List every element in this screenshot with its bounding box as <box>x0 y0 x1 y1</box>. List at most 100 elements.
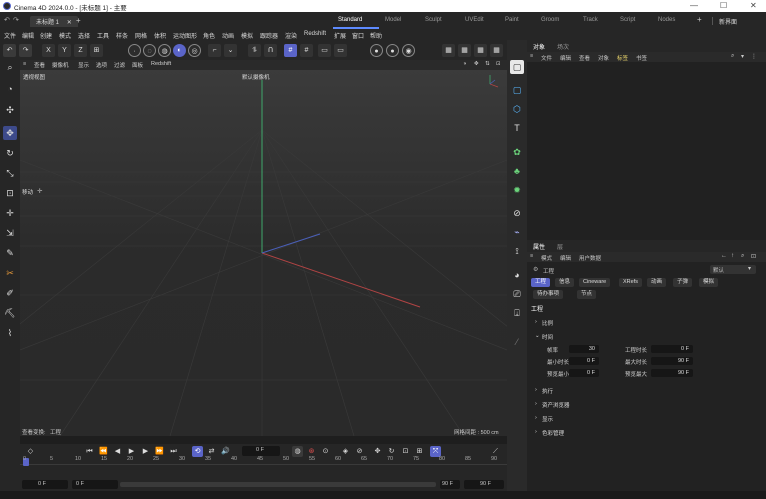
menu-window[interactable]: 窗口 <box>352 31 364 40</box>
tab-objects[interactable]: 对象 <box>533 42 545 51</box>
objmgr-more-icon[interactable]: ⋮ <box>751 53 757 60</box>
preview-end-field[interactable]: 90 F <box>440 480 460 489</box>
sound-icon[interactable]: 🔊 <box>220 446 231 457</box>
layout-tab-sculpt[interactable]: Sculpt <box>425 17 442 23</box>
range-end-field[interactable]: 90 F <box>464 480 504 489</box>
objmgr-menu-object[interactable]: 对象 <box>598 54 609 62</box>
keyframe-diamond-icon[interactable]: ◇ <box>25 446 36 457</box>
generator-icon[interactable]: ✿ <box>510 145 524 159</box>
render-to-picture-viewer-icon[interactable]: ▦ <box>458 44 471 57</box>
camera-icon[interactable]: ▭ <box>334 44 347 57</box>
record-keyframe-icon[interactable]: ● <box>370 44 383 57</box>
environment-icon[interactable]: ◕ <box>510 268 524 282</box>
menu-file[interactable]: 文件 <box>4 31 16 40</box>
snap-icon[interactable]: ⌐ <box>208 44 221 57</box>
points-mode-icon[interactable]: · <box>128 44 141 57</box>
fps-field[interactable]: 30 <box>569 345 599 353</box>
range-start-field[interactable]: 0 F <box>22 480 68 489</box>
viewport-menu-icon[interactable]: ≡ <box>23 61 26 67</box>
objmgr-menu-view[interactable]: 查看 <box>579 54 590 62</box>
attrmgr-lock-icon[interactable]: ⊡ <box>751 253 756 260</box>
knife-tool-icon[interactable]: ✂ <box>3 266 17 280</box>
group-asset-browser-chevron-icon[interactable]: › <box>535 401 537 407</box>
layout-tab-track[interactable]: Track <box>583 17 598 23</box>
document-close-icon[interactable]: ✕ <box>67 20 72 26</box>
key-scale-icon[interactable]: ✥ <box>372 446 383 457</box>
cube-object-icon[interactable]: ▢ <box>510 83 524 97</box>
attr-tab-cineware[interactable]: Cineware <box>579 278 611 287</box>
attrmgr-search-icon[interactable]: ⌕ <box>741 253 744 260</box>
layout-tab-standard[interactable]: Standard <box>338 17 362 23</box>
light-object-icon[interactable]: ⍗ <box>510 306 524 320</box>
viewport-pan-icon[interactable]: ✥ <box>474 61 479 67</box>
loop-icon[interactable]: ⟲ <box>192 446 203 457</box>
group-execute[interactable]: 执行 <box>542 387 553 395</box>
go-to-start-icon[interactable]: ⏮ <box>84 446 95 457</box>
redshift-render-icon[interactable]: ▦ <box>490 44 503 57</box>
keyframe-mode-icon[interactable]: ◍ <box>292 446 303 457</box>
min-time-field[interactable]: 0 F <box>569 357 599 365</box>
menu-animate[interactable]: 动画 <box>222 31 234 40</box>
menu-edit[interactable]: 编辑 <box>22 31 34 40</box>
redo-icon[interactable]: ↷ <box>19 44 32 57</box>
group-time[interactable]: 时间 <box>542 333 553 341</box>
model-mode-icon[interactable]: ◐ <box>173 44 186 57</box>
tab-layers[interactable]: 层 <box>557 242 563 251</box>
perspective-viewport[interactable]: 透视视图 默认摄像机 移动 ✛ <box>20 70 507 436</box>
null-object-icon[interactable]: ⟟ <box>510 244 524 258</box>
objmgr-menu-bookmarks[interactable]: 书签 <box>636 54 647 62</box>
polygons-mode-icon[interactable]: ◍ <box>158 44 171 57</box>
menu-volume[interactable]: 体积 <box>154 31 166 40</box>
layout-tab-uvedit[interactable]: UVEdit <box>465 17 484 23</box>
layout-tab-script[interactable]: Script <box>620 17 635 23</box>
maximize-button[interactable]: ☐ <box>720 1 727 10</box>
attrmgr-menu-edit[interactable]: 编辑 <box>560 254 571 262</box>
tab-attributes[interactable]: 属性 <box>533 242 545 251</box>
max-time-field[interactable]: 90 F <box>651 357 693 365</box>
attr-tab-nodes[interactable]: 节点 <box>577 290 597 299</box>
menu-redshift[interactable]: Redshift <box>304 31 326 37</box>
workplane-icon[interactable]: ⥮ <box>248 44 261 57</box>
pivot-tool-icon[interactable]: ✛ <box>3 206 17 220</box>
attr-tab-xrefs[interactable]: XRefs <box>619 278 642 287</box>
group-color-management[interactable]: 色彩管理 <box>542 429 564 437</box>
layout-tab-paint[interactable]: Paint <box>505 17 519 23</box>
viewport-menu-camera[interactable]: 摄像机 <box>52 61 69 69</box>
menu-select[interactable]: 选择 <box>78 31 90 40</box>
cloner-icon[interactable]: ♣ <box>510 164 524 178</box>
menu-create[interactable]: 创建 <box>40 31 52 40</box>
attrmgr-menu-icon[interactable]: ≡ <box>530 253 533 259</box>
layout-tab-groom[interactable]: Groom <box>541 17 559 23</box>
objmgr-menu-tags[interactable]: 标签 <box>617 54 628 62</box>
attr-tab-animation[interactable]: 动画 <box>647 278 667 287</box>
autokey-icon[interactable]: ◉ <box>402 44 415 57</box>
menu-mesh[interactable]: 网格 <box>135 31 147 40</box>
preset-dropdown[interactable]: 默认 ▾ <box>710 265 756 274</box>
group-display[interactable]: 显示 <box>542 415 553 423</box>
viewport-maximize-icon[interactable]: ⊡ <box>496 61 501 67</box>
spline-icon[interactable]: ⌁ <box>510 225 524 239</box>
objmgr-menu-icon[interactable]: ≡ <box>530 53 533 59</box>
group-asset-browser[interactable]: 资产浏览器 <box>542 401 570 409</box>
menu-tools[interactable]: 工具 <box>97 31 109 40</box>
group-time-chevron-icon[interactable]: ⌄ <box>535 333 540 339</box>
viewport-zoom-icon[interactable]: ⇅ <box>485 61 490 67</box>
objmgr-filter-icon[interactable]: ▾ <box>741 53 744 60</box>
group-execute-chevron-icon[interactable]: › <box>535 387 537 393</box>
viewport-menu-redshift[interactable]: Redshift <box>151 61 171 67</box>
menu-help[interactable]: 帮助 <box>370 31 382 40</box>
project-length-field[interactable]: 0 F <box>651 345 693 353</box>
key-point-icon[interactable]: ⊡ <box>400 446 411 457</box>
close-window-button[interactable]: ✕ <box>750 1 757 10</box>
viewport-menu-filter[interactable]: 过滤 <box>114 61 125 69</box>
preview-start-field[interactable]: 0 F <box>72 480 118 489</box>
tab-takes[interactable]: 场次 <box>557 42 569 51</box>
objmgr-menu-edit[interactable]: 编辑 <box>560 54 571 62</box>
record-selection-icon[interactable]: ⊙ <box>320 446 331 457</box>
brush-tool-icon[interactable]: ✐ <box>3 286 17 300</box>
axis-x-button[interactable]: X <box>42 44 55 57</box>
viewport-menu-display[interactable]: 显示 <box>78 61 89 69</box>
viewport-settings-icon[interactable]: ◑ <box>463 61 466 67</box>
edges-mode-icon[interactable]: ◌ <box>143 44 156 57</box>
object-manager-toggle-icon[interactable]: ▢ <box>510 60 524 74</box>
